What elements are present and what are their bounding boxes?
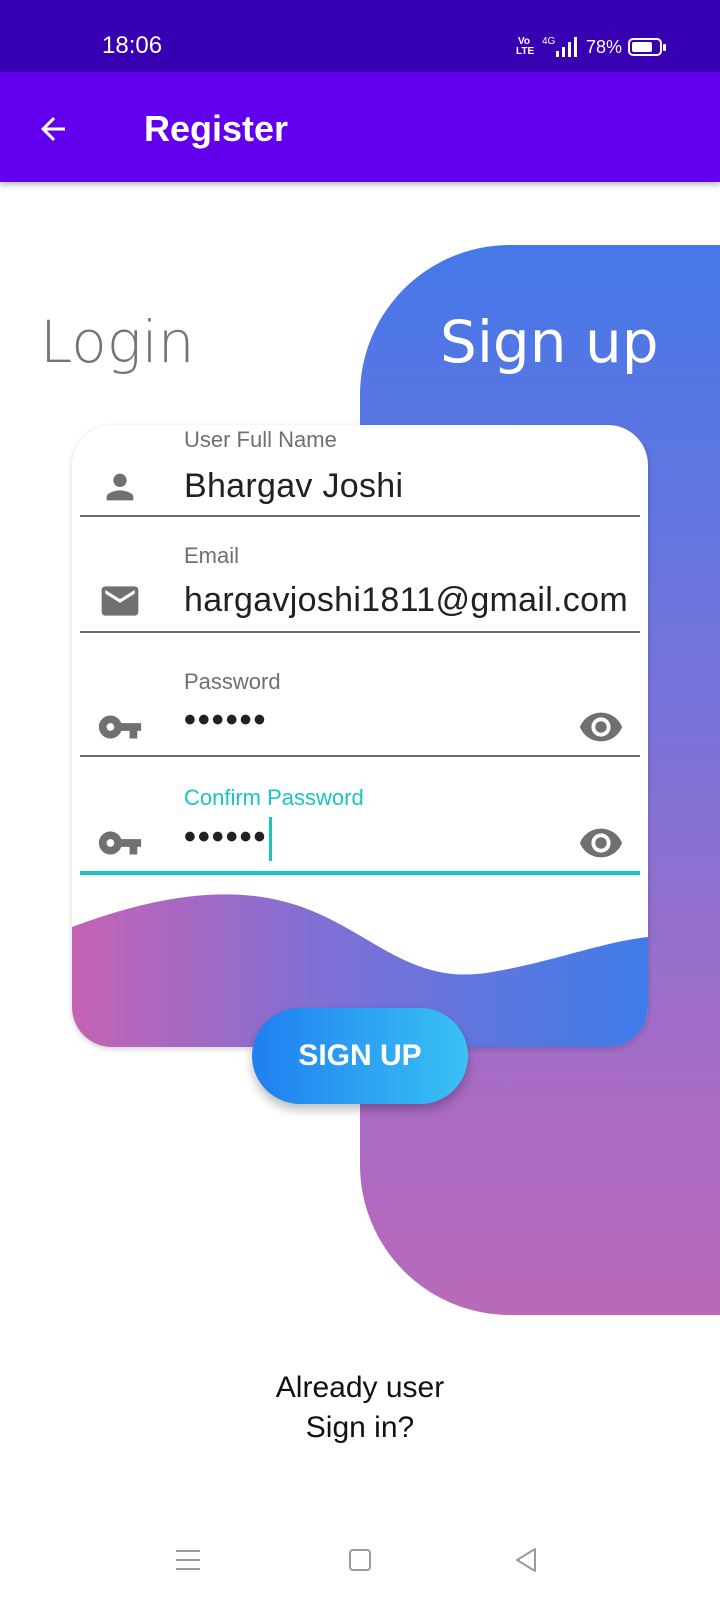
battery-icon xyxy=(628,38,666,56)
register-form-card: User Full Name Bhargav Joshi Email harga… xyxy=(72,425,648,1047)
home-nav-button[interactable] xyxy=(338,1538,382,1582)
confirm-password-value: •••••• xyxy=(184,817,268,856)
confirm-password-input[interactable]: •••••• xyxy=(184,817,273,861)
full-name-underline xyxy=(80,515,640,517)
menu-nav-button[interactable] xyxy=(166,1538,210,1582)
tab-login[interactable]: Login xyxy=(40,308,194,376)
back-nav-button[interactable] xyxy=(504,1538,548,1582)
full-name-input[interactable]: Bhargav Joshi xyxy=(184,467,403,506)
confirm-password-label: Confirm Password xyxy=(184,785,364,810)
full-name-label: User Full Name xyxy=(184,427,337,452)
sign-in-link[interactable]: Already user Sign in? xyxy=(0,1368,720,1448)
email-underline xyxy=(80,631,640,633)
volte-icon: Vo LTE xyxy=(515,36,535,57)
signal-icon: 4G xyxy=(542,36,577,57)
key-icon xyxy=(96,819,144,867)
email-label: Email xyxy=(184,543,240,568)
triangle-back-icon xyxy=(516,1548,536,1572)
person-icon xyxy=(96,463,144,511)
tab-signup[interactable]: Sign up xyxy=(440,308,659,376)
battery-level xyxy=(632,42,652,52)
status-time: 18:06 xyxy=(102,32,163,59)
confirm-password-visibility-toggle[interactable] xyxy=(576,823,626,863)
mail-icon xyxy=(96,577,144,625)
system-nav-bar xyxy=(0,1520,720,1600)
confirm-password-field[interactable]: Confirm Password •••••• xyxy=(80,773,640,885)
password-underline xyxy=(80,755,640,757)
text-cursor xyxy=(269,817,273,861)
password-label: Password xyxy=(184,669,281,694)
status-icons: Vo LTE 4G 78% xyxy=(515,33,666,61)
email-field[interactable]: Email hargavjoshi1811@gmail.com xyxy=(80,539,640,641)
password-field[interactable]: Password •••••• xyxy=(80,657,640,767)
sign-up-button[interactable]: SIGN UP xyxy=(252,1008,468,1104)
email-input[interactable]: hargavjoshi1811@gmail.com xyxy=(184,581,628,620)
already-user-text: Already user xyxy=(275,1371,445,1404)
password-visibility-toggle[interactable] xyxy=(576,707,626,747)
eye-icon xyxy=(579,828,623,858)
back-button[interactable] xyxy=(30,106,76,152)
square-icon xyxy=(349,1549,371,1571)
menu-icon xyxy=(176,1550,200,1570)
full-name-field[interactable]: User Full Name Bhargav Joshi xyxy=(80,425,640,527)
page-title: Register xyxy=(144,108,289,149)
sign-in-text: Sign in? xyxy=(305,1411,415,1444)
app-bar: Register xyxy=(0,72,720,182)
key-icon xyxy=(96,703,144,751)
arrow-back-icon xyxy=(41,117,65,141)
network-type: 4G xyxy=(542,36,556,47)
confirm-password-underline xyxy=(80,871,640,875)
password-input[interactable]: •••••• xyxy=(184,701,267,740)
eye-icon xyxy=(579,712,623,742)
battery-percent: 78% xyxy=(585,36,622,57)
status-bar: 18:06 Vo LTE 4G 78% xyxy=(0,0,720,72)
